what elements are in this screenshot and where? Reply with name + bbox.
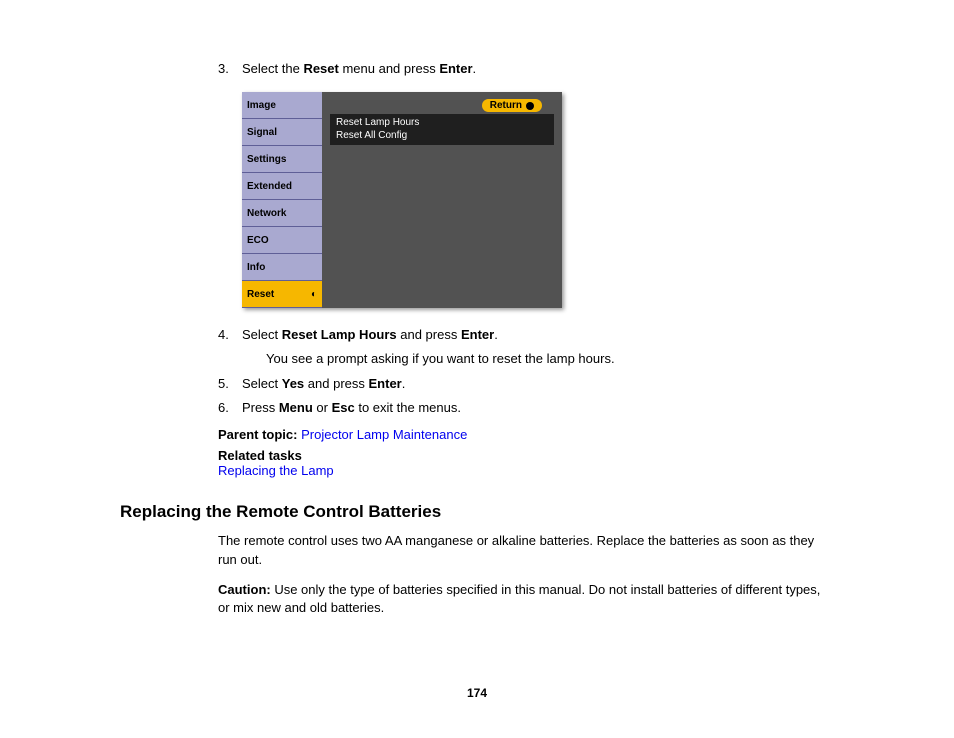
step3-bold2: Enter [439,61,472,76]
menu-item-eco: ECO [242,227,322,254]
step-6: Press Menu or Esc to exit the menus. [218,399,834,417]
menu-item-reset-active: Reset ◐ [242,281,322,308]
return-label: Return [490,100,522,111]
return-badge: Return [482,99,542,112]
step3-text-end: . [473,61,477,76]
step3-text-pre: Select the [242,61,303,76]
caution-para: Caution: Use only the type of batteries … [218,581,834,617]
related-task-line: Replacing the Lamp [218,463,834,478]
step4-sub: You see a prompt asking if you want to r… [266,350,834,368]
step4-b1: Reset Lamp Hours [282,327,397,342]
step-3: Select the Reset menu and press Enter. [218,60,834,78]
step3-bold1: Reset [303,61,338,76]
section-body: The remote control uses two AA manganese… [218,532,834,617]
projector-menu-screenshot: Image Signal Settings Extended Network E… [242,92,562,308]
page-number: 174 [0,686,954,700]
submenu-reset-lamp-hours: Reset Lamp Hours [336,116,548,129]
menu-submenu: Reset Lamp Hours Reset All Config [330,114,554,145]
caution-text: Use only the type of batteries specified… [218,582,820,615]
menu-item-settings: Settings [242,146,322,173]
related-tasks-heading: Related tasks [218,448,834,463]
step5-b2: Enter [369,376,402,391]
step5-pre: Select [242,376,282,391]
step-4: Select Reset Lamp Hours and press Enter.… [218,326,834,368]
menu-sidebar: Image Signal Settings Extended Network E… [242,92,322,308]
step4-end: . [494,327,498,342]
step5-end: . [402,376,406,391]
menu-item-extended: Extended [242,173,322,200]
section-heading: Replacing the Remote Control Batteries [120,502,834,522]
step-block-1: Select the Reset menu and press Enter. I… [218,60,834,478]
parent-topic-label: Parent topic: [218,427,297,442]
step4-mid: and press [397,327,461,342]
submenu-reset-all-config: Reset All Config [336,129,548,142]
ordered-steps-part1: Select the Reset menu and press Enter. [218,60,834,78]
enter-icon: ◐ [311,289,317,300]
document-page: Select the Reset menu and press Enter. I… [0,0,954,669]
step6-b2: Esc [332,400,355,415]
menu-item-signal: Signal [242,119,322,146]
parent-topic-link[interactable]: Projector Lamp Maintenance [301,427,467,442]
menu-item-reset-label: Reset [247,289,274,300]
step4-b2: Enter [461,327,494,342]
step6-b1: Menu [279,400,313,415]
step5-mid: and press [304,376,368,391]
menu-item-network: Network [242,200,322,227]
related-task-link[interactable]: Replacing the Lamp [218,463,334,478]
menu-item-info: Info [242,254,322,281]
section-p1: The remote control uses two AA manganese… [218,532,834,568]
menu-item-image: Image [242,92,322,119]
return-icon [526,102,534,110]
step3-text-mid: menu and press [339,61,439,76]
ordered-steps-part2: Select Reset Lamp Hours and press Enter.… [218,326,834,417]
parent-topic-line: Parent topic: Projector Lamp Maintenance [218,425,834,445]
caution-label: Caution: [218,582,271,597]
step6-end: to exit the menus. [355,400,461,415]
step-5: Select Yes and press Enter. [218,375,834,393]
menu-main-panel: Return Reset Lamp Hours Reset All Config [322,92,562,308]
step5-b1: Yes [282,376,304,391]
step4-pre: Select [242,327,282,342]
step6-mid: or [313,400,332,415]
step6-pre: Press [242,400,279,415]
